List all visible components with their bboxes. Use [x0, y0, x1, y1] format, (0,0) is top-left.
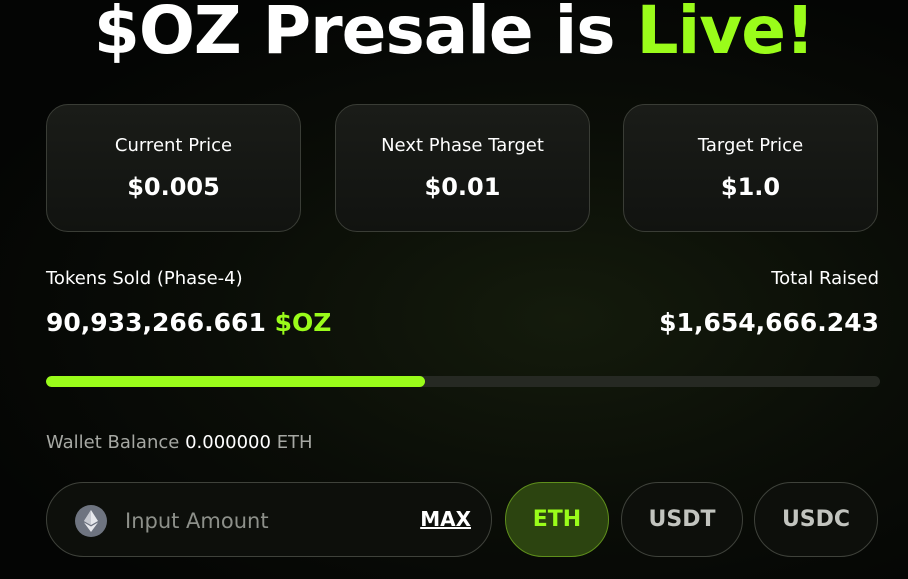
- tokens-sold-amount: 90,933,266.661: [46, 308, 266, 337]
- headline-live-accent: Live!: [636, 0, 816, 69]
- max-button[interactable]: MAX: [420, 507, 471, 531]
- presale-progress-fill: [46, 376, 426, 387]
- target-price-label: Target Price: [697, 135, 804, 156]
- currency-eth-button[interactable]: ETH: [505, 482, 609, 557]
- token-symbol: $OZ: [274, 308, 332, 337]
- target-price-card: Target Price $1.0: [623, 104, 878, 232]
- wallet-balance-unit: ETH: [276, 432, 313, 453]
- next-phase-target-label: Next Phase Target: [381, 135, 544, 156]
- presale-headline: $OZ Presale is Live!: [0, 0, 908, 76]
- next-phase-target-card: Next Phase Target $0.01: [335, 104, 590, 232]
- wallet-balance: Wallet Balance 0.000000 ETH: [46, 432, 313, 453]
- current-price-value: $0.005: [127, 173, 220, 201]
- amount-input[interactable]: [123, 501, 407, 541]
- tokens-sold-value: 90,933,266.661 $OZ: [46, 308, 331, 337]
- presale-progress-bar: [46, 376, 880, 387]
- total-raised-value: $1,654,666.243: [659, 308, 879, 337]
- next-phase-target-value: $0.01: [424, 173, 501, 201]
- headline-prefix: $OZ Presale is: [93, 0, 637, 69]
- tokens-sold-label: Tokens Sold (Phase-4): [46, 268, 243, 289]
- target-price-value: $1.0: [720, 173, 781, 201]
- wallet-balance-amount: 0.000000: [185, 432, 271, 453]
- amount-input-container: MAX: [46, 482, 492, 557]
- current-price-card: Current Price $0.005: [46, 104, 301, 232]
- currency-usdc-button[interactable]: USDC: [754, 482, 878, 557]
- total-raised-label: Total Raised: [771, 268, 879, 289]
- current-price-label: Current Price: [114, 135, 233, 156]
- ethereum-icon: [75, 505, 107, 537]
- currency-usdt-button[interactable]: USDT: [621, 482, 743, 557]
- wallet-balance-label: Wallet Balance: [46, 432, 180, 453]
